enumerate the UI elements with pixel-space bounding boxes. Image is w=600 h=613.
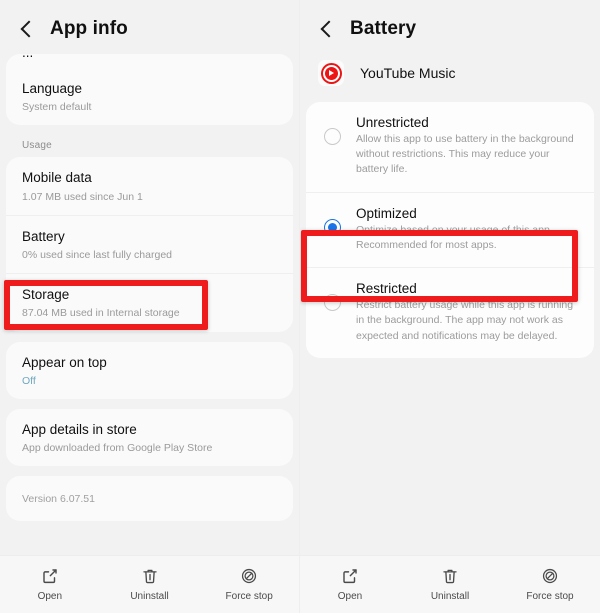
battery-settings-screen: Battery YouTube Music Unrestricted Allow… (300, 0, 600, 613)
app-info-scroll-body[interactable]: ... Language System default Usage Mobile… (0, 54, 299, 555)
version-text: Version 6.07.51 (22, 493, 95, 506)
page-title: Battery (350, 18, 417, 39)
list-item-language[interactable]: Language System default (6, 68, 293, 125)
dual-screenshot-container: App info ... Language System default Usa… (0, 0, 600, 613)
circle-slash-icon (242, 568, 257, 584)
list-item-mobile-data[interactable]: Mobile data 1.07 MB used since Jun 1 (6, 157, 293, 214)
force-stop-button[interactable]: Force stop (199, 567, 299, 602)
version-card: Version 6.07.51 (6, 476, 293, 522)
force-stop-label: Force stop (225, 591, 273, 602)
force-stop-button[interactable]: Force stop (500, 567, 600, 602)
row-subtitle: App downloaded from Google Play Store (22, 442, 213, 455)
external-link-icon (43, 569, 57, 584)
radio-unrestricted[interactable] (324, 128, 341, 145)
row-subtitle: 87.04 MB used in Internal storage (22, 307, 180, 320)
uninstall-label: Uninstall (430, 591, 470, 602)
row-subtitle: System default (22, 101, 92, 114)
list-item-storage[interactable]: Storage 87.04 MB used in Internal storag… (6, 273, 293, 331)
radio-optimized[interactable] (324, 218, 341, 236)
row-subtitle: Off (22, 374, 36, 387)
row-subtitle: 0% used since last fully charged (22, 249, 172, 261)
row-title: Mobile data (22, 170, 92, 186)
uninstall-label: Uninstall (130, 591, 169, 602)
trash-icon (443, 569, 457, 584)
open-label: Open (37, 591, 63, 602)
option-restricted[interactable]: Restricted Restrict battery usage while … (306, 267, 594, 358)
language-card: ... Language System default (6, 54, 293, 126)
list-item-battery[interactable]: Battery 0% used since last fully charged (6, 214, 293, 273)
bottom-action-bar: Open Uninstall Force stop (300, 555, 600, 613)
battery-options-card: Unrestricted Allow this app to use batte… (306, 102, 594, 358)
partial-row-label: ... (22, 54, 33, 60)
external-link-icon (343, 569, 357, 584)
section-label-usage: Usage (22, 140, 52, 152)
app-info-screen: App info ... Language System default Usa… (0, 0, 300, 613)
force-stop-label: Force stop (526, 591, 574, 602)
chevron-left-icon[interactable] (18, 20, 36, 38)
partial-row-clipped: ... (6, 54, 293, 68)
open-button[interactable]: Open (300, 567, 400, 602)
uninstall-button[interactable]: Uninstall (400, 567, 500, 602)
app-details-card: App details in store App downloaded from… (6, 408, 293, 467)
circle-slash-icon (542, 568, 558, 584)
open-label: Open (337, 591, 363, 602)
row-title: App details in store (22, 421, 137, 437)
option-title: Optimized (356, 205, 417, 221)
bottom-action-bar: Open Uninstall Force stop (0, 555, 299, 613)
app-name: YouTube Music (360, 65, 456, 81)
chevron-left-icon[interactable] (318, 20, 336, 38)
option-description: Optimize based on your usage of this app… (356, 223, 553, 251)
option-description: Allow this app to use battery in the bac… (356, 133, 574, 176)
option-unrestricted[interactable]: Unrestricted Allow this app to use batte… (306, 102, 594, 192)
appear-on-top-card: Appear on top Off (6, 341, 293, 399)
battery-header: Battery (300, 0, 600, 54)
list-item-app-details-in-store[interactable]: App details in store App downloaded from… (6, 409, 293, 466)
row-title: Storage (22, 287, 70, 303)
trash-icon (142, 569, 157, 584)
battery-options-body[interactable]: Unrestricted Allow this app to use batte… (300, 102, 600, 555)
open-button[interactable]: Open (0, 567, 100, 602)
row-title: Appear on top (22, 354, 107, 370)
app-info-header: App info (0, 0, 299, 54)
app-identity-row: YouTube Music (300, 54, 600, 102)
row-title: Battery (22, 228, 65, 244)
youtube-music-icon (318, 60, 344, 86)
row-subtitle: 1.07 MB used since Jun 1 (22, 190, 143, 203)
option-optimized[interactable]: Optimized Optimize based on your usage o… (306, 191, 594, 267)
usage-card: Mobile data 1.07 MB used since Jun 1 Bat… (6, 157, 293, 332)
option-description: Restrict battery usage while this app is… (356, 299, 574, 342)
option-title: Restricted (356, 281, 417, 297)
row-title: Language (22, 81, 83, 96)
list-item-appear-on-top[interactable]: Appear on top Off (6, 342, 293, 399)
page-title: App info (50, 18, 128, 39)
radio-restricted[interactable] (324, 294, 341, 312)
uninstall-button[interactable]: Uninstall (100, 567, 200, 602)
option-title: Unrestricted (356, 115, 429, 130)
